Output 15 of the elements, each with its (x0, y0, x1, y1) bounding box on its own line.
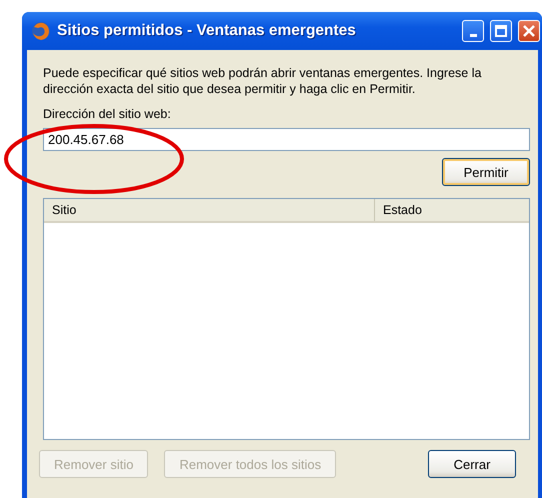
minimize-button[interactable] (462, 20, 484, 42)
window-title: Sitios permitidos - Ventanas emergentes (57, 22, 357, 40)
column-header[interactable]: Sitio (44, 199, 375, 221)
field-label: Dirección del sitio web: (43, 107, 171, 121)
description-text: Puede especificar qué sitios web podrán abrir ventanas emergentes. Ingrese la dirección exacta del sitio que desea permitir y haga clic en Permitir. (43, 65, 482, 97)
fox-globe-icon (31, 21, 51, 41)
allow-button[interactable]: Permitir (442, 158, 530, 186)
column-header[interactable]: Estado (375, 199, 529, 221)
minimize-icon (470, 34, 476, 36)
address-field[interactable]: 200.45.67.68 (43, 128, 530, 151)
close-icon (523, 25, 535, 37)
dialog-button[interactable]: Cerrar (428, 450, 516, 478)
maximize-button[interactable] (490, 20, 512, 42)
close-button[interactable] (518, 20, 540, 42)
maximize-icon (495, 25, 507, 37)
